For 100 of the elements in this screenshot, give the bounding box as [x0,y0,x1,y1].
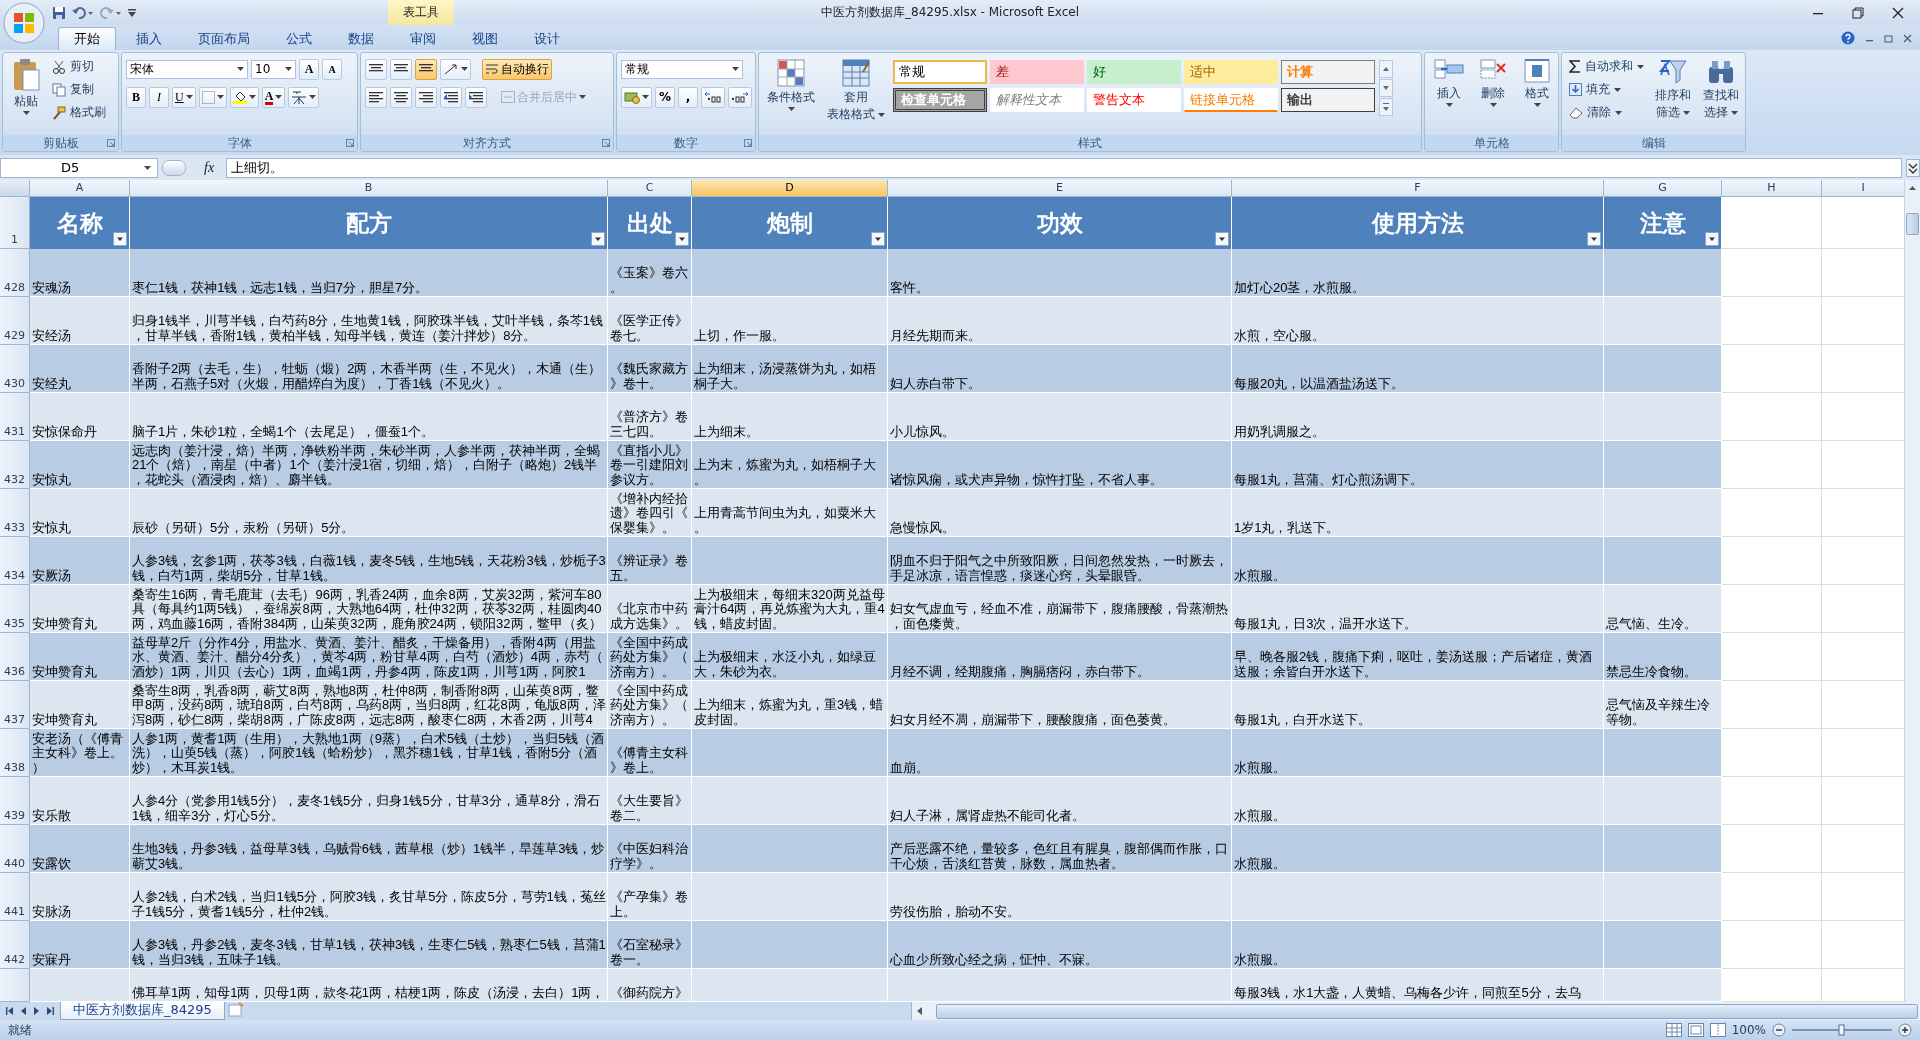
dialog-launcher-icon[interactable] [602,139,610,147]
paste-button[interactable]: 粘贴 [7,56,45,117]
scroll-down-button[interactable] [1379,79,1393,97]
cell-style[interactable]: 输出 [1281,88,1375,112]
autosum-button[interactable]: 自动求和 [1566,56,1647,77]
accounting-format-button[interactable] [621,86,652,108]
ribbon-tab[interactable]: 开始 [58,27,116,50]
number-format-field[interactable]: 常规 [621,59,743,79]
borders-button[interactable] [198,86,227,108]
row-header[interactable]: 437 [0,681,30,729]
row-header[interactable]: 439 [0,777,30,825]
restore-icon[interactable] [1852,6,1864,19]
ribbon-tab[interactable]: 页面布局 [182,27,266,50]
row-header[interactable]: 438 [0,729,30,777]
formula-field[interactable]: 上细切。 [226,157,1902,178]
row-header[interactable]: 1 [0,197,30,249]
insert-function-button[interactable]: fx [190,159,223,176]
scroll-thumb[interactable] [1906,213,1919,235]
fill-color-button[interactable] [229,86,259,108]
dialog-launcher-icon[interactable] [107,139,115,147]
cell-style[interactable]: 好 [1087,60,1181,84]
row-header[interactable]: 428 [0,249,30,297]
expand-formula-bar-button[interactable] [1906,158,1920,177]
more-styles-button[interactable] [1379,98,1393,116]
help-icon[interactable] [1841,31,1855,45]
increase-decimal-button[interactable] [701,86,725,108]
name-box[interactable]: D5 [0,157,158,178]
zoom-slider-track[interactable] [1792,1023,1892,1037]
previous-sheet-icon[interactable] [6,1005,15,1017]
italic-button[interactable]: I [149,86,169,108]
cell-style[interactable]: 解释性文本 [990,88,1084,112]
align-left-button[interactable] [365,86,387,108]
row-header[interactable]: 436 [0,633,30,681]
clear-button[interactable]: 清除 [1566,102,1647,123]
format-cells-button[interactable]: 格式 [1517,56,1557,109]
next-sheet-icon[interactable] [45,1005,54,1017]
column-header[interactable]: I [1822,180,1904,197]
close-icon[interactable] [1892,6,1904,19]
filter-button[interactable] [871,232,885,246]
next-sheet-icon[interactable] [32,1005,41,1017]
normal-view-icon[interactable] [1665,1023,1682,1037]
shrink-font-button[interactable]: A [322,58,342,80]
previous-sheet-icon[interactable] [19,1005,28,1017]
filter-button[interactable] [1215,232,1229,246]
zoom-in-icon[interactable] [1898,1023,1912,1037]
cell-style[interactable]: 警告文本 [1087,88,1181,112]
format-as-table-button[interactable]: 套用 表格格式 [823,56,889,124]
sort-filter-button[interactable]: 排序和 筛选 [1651,56,1695,122]
cell-style[interactable]: 常规 [893,60,987,84]
insert-cells-button[interactable]: 插入 [1429,56,1469,109]
column-header[interactable]: F [1232,180,1604,197]
cut-button[interactable]: 剪切 [49,56,109,77]
orientation-button[interactable] [440,58,471,80]
ribbon-tab[interactable]: 数据 [332,27,390,50]
find-select-button[interactable]: 查找和 选择 [1699,56,1743,122]
column-header[interactable]: H [1722,180,1822,197]
bold-button[interactable]: B [126,86,146,108]
font-color-button[interactable]: A [261,86,286,108]
row-header[interactable]: 442 [0,921,30,969]
row-header[interactable]: 440 [0,825,30,873]
undo-icon[interactable] [72,5,94,20]
column-header[interactable]: C [608,180,692,197]
ribbon-tab[interactable]: 插入 [120,27,178,50]
restore-icon[interactable] [1884,33,1893,43]
ribbon-tab[interactable]: 公式 [270,27,328,50]
grow-font-button[interactable]: A [299,58,319,80]
dialog-launcher-icon[interactable] [744,139,752,147]
delete-cells-button[interactable]: 删除 [1473,56,1513,109]
ribbon-tab[interactable]: 视图 [456,27,514,50]
filter-button[interactable] [1705,232,1719,246]
format-painter-button[interactable]: 格式刷 [49,102,109,123]
increase-indent-button[interactable] [465,86,487,108]
sheet-tab[interactable]: 中医方剂数据库_84295 [60,1002,225,1020]
row-header[interactable]: 441 [0,873,30,921]
vertical-scrollbar[interactable] [1904,180,1920,1002]
filter-button[interactable] [1587,232,1601,246]
page-layout-icon[interactable] [1687,1023,1704,1037]
zoom-out-icon[interactable] [1772,1023,1786,1037]
decrease-decimal-button[interactable] [728,86,752,108]
align-right-button[interactable] [415,86,437,108]
cell-style[interactable]: 差 [990,60,1084,84]
row-header[interactable]: 431 [0,393,30,441]
column-header[interactable]: G [1604,180,1722,197]
filter-button[interactable] [113,232,127,246]
customize-toolbar-icon[interactable] [128,8,136,17]
column-header[interactable]: E [888,180,1232,197]
phonetic-button[interactable] [288,86,320,108]
ribbon-tab[interactable]: 设计 [518,27,576,50]
fill-button[interactable]: 填充 [1566,79,1647,100]
underline-button[interactable]: U [172,86,196,108]
page-break-icon[interactable] [1709,1023,1726,1037]
row-header[interactable]: 433 [0,489,30,537]
comma-button[interactable]: , [678,86,698,108]
font-name-field[interactable]: 宋体 [126,59,248,79]
save-icon[interactable] [52,5,66,20]
decrease-indent-button[interactable] [440,86,462,108]
dialog-launcher-icon[interactable] [346,139,354,147]
row-header[interactable]: 435 [0,585,30,633]
column-header[interactable]: A [30,180,130,197]
redo-icon[interactable] [100,5,122,20]
